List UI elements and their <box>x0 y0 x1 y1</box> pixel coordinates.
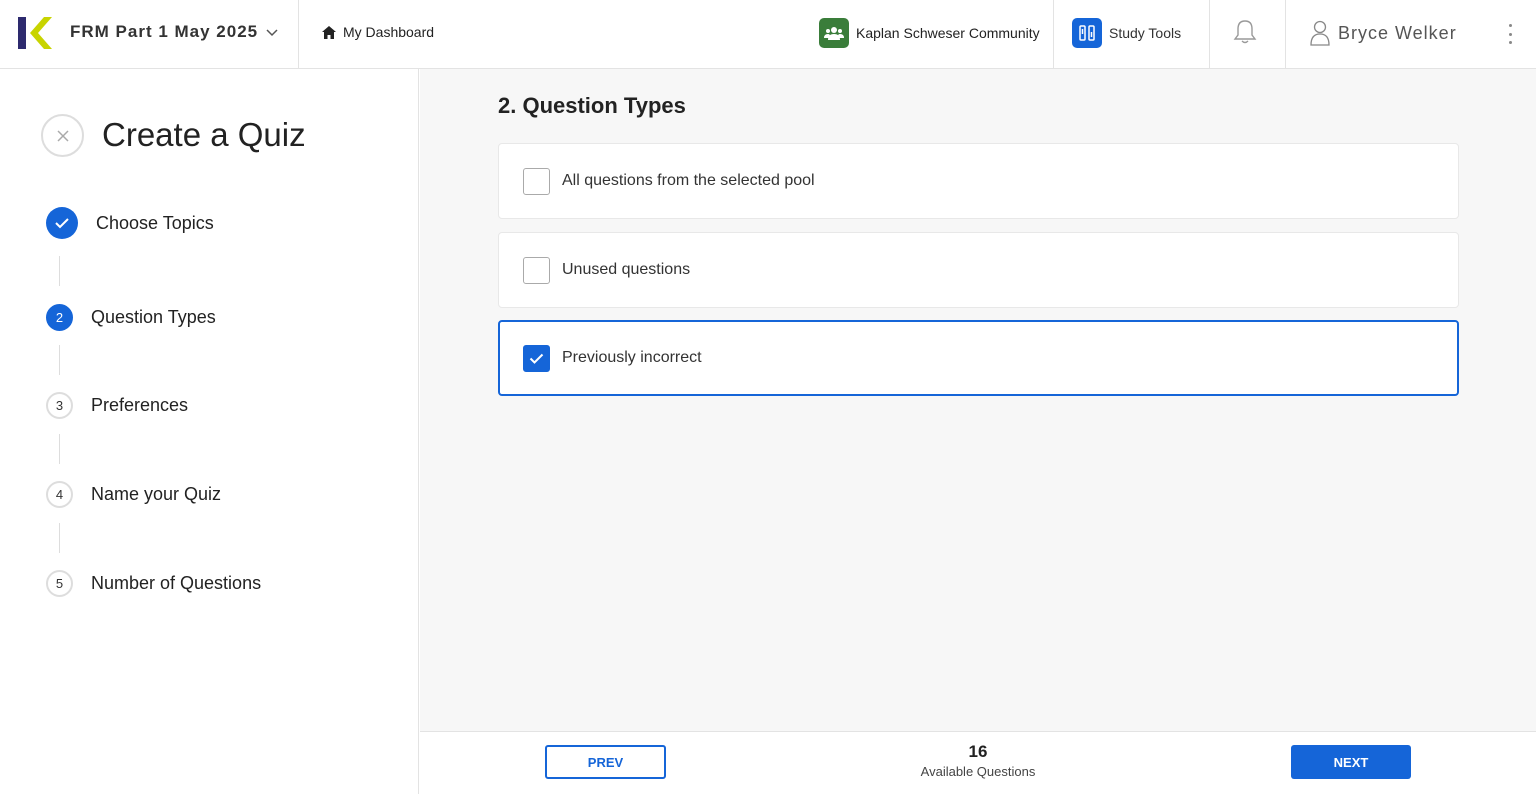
close-icon <box>56 129 69 142</box>
step-label: Number of Questions <box>91 573 262 593</box>
divider <box>1209 0 1210 69</box>
option-label: All questions from the selected pool <box>562 172 815 189</box>
checkbox[interactable] <box>523 256 550 284</box>
step-choose-topics[interactable]: Choose Topics <box>46 207 214 239</box>
step-number: 3 <box>46 392 73 419</box>
step-name-quiz[interactable]: 4 Name your Quiz <box>46 481 221 508</box>
step-question-types[interactable]: 2 Question Types <box>46 304 216 331</box>
available-label: Available Questions <box>920 764 1036 779</box>
footer-bar: PREV 16 Available Questions NEXT <box>420 731 1536 794</box>
community-icon <box>819 18 849 48</box>
community-link[interactable]: Kaplan Schweser Community <box>819 18 1040 48</box>
step-number: 4 <box>46 481 73 508</box>
step-connector <box>59 345 60 375</box>
dashboard-label: My Dashboard <box>343 24 435 40</box>
bell-icon[interactable] <box>1233 19 1257 45</box>
user-menu[interactable]: Bryce Welker <box>1310 20 1457 46</box>
option-unused-questions[interactable]: Unused questions <box>498 232 1459 308</box>
step-label: Question Types <box>91 307 216 327</box>
quiz-steps-sidebar: Create a Quiz Choose Topics 2 Question T… <box>0 69 419 794</box>
top-bar: FRM Part 1 May 2025 My Dashboard Kaplan … <box>0 0 1536 69</box>
home-icon <box>322 25 336 39</box>
available-questions: 16 Available Questions <box>898 742 1058 779</box>
divider <box>1053 0 1054 69</box>
close-button[interactable] <box>41 114 84 157</box>
course-selector[interactable]: FRM Part 1 May 2025 <box>70 22 278 42</box>
community-label: Kaplan Schweser Community <box>856 25 1040 41</box>
step-label: Choose Topics <box>96 212 214 233</box>
dashboard-link[interactable]: My Dashboard <box>322 24 434 40</box>
step-number-of-questions[interactable]: 5 Number of Questions <box>46 570 261 597</box>
option-label: Previously incorrect <box>562 349 702 366</box>
chevron-down-icon <box>266 29 278 37</box>
available-count: 16 <box>968 742 988 761</box>
step-label: Name your Quiz <box>91 484 222 504</box>
user-name: Bryce Welker <box>1338 22 1457 43</box>
divider <box>298 0 299 69</box>
checkbox-checked[interactable] <box>523 344 550 372</box>
check-icon <box>529 353 544 364</box>
step-connector <box>59 256 60 286</box>
divider <box>1285 0 1286 69</box>
study-tools-label: Study Tools <box>1109 25 1182 41</box>
option-all-questions[interactable]: All questions from the selected pool <box>498 143 1459 219</box>
section-title: 2. Question Types <box>498 93 686 118</box>
prev-button[interactable]: PREV <box>545 745 666 779</box>
next-button[interactable]: NEXT <box>1291 745 1411 779</box>
step-connector <box>59 523 60 553</box>
study-tools-icon <box>1072 18 1102 48</box>
option-label: Unused questions <box>562 261 691 278</box>
option-previously-incorrect[interactable]: Previously incorrect <box>498 320 1459 396</box>
main-content: 2. Question Types All questions from the… <box>420 69 1536 731</box>
kaplan-logo[interactable] <box>18 17 52 49</box>
step-number: 2 <box>46 304 73 331</box>
check-circle-icon <box>46 207 78 239</box>
user-icon <box>1310 20 1330 46</box>
step-connector <box>59 434 60 464</box>
step-preferences[interactable]: 3 Preferences <box>46 392 188 419</box>
sidebar-title: Create a Quiz <box>102 116 306 153</box>
course-name: FRM Part 1 May 2025 <box>70 22 259 41</box>
step-number: 5 <box>46 570 73 597</box>
study-tools-link[interactable]: Study Tools <box>1072 18 1181 48</box>
checkbox[interactable] <box>523 167 550 195</box>
more-options-icon[interactable] <box>1503 22 1517 46</box>
step-label: Preferences <box>91 395 189 415</box>
